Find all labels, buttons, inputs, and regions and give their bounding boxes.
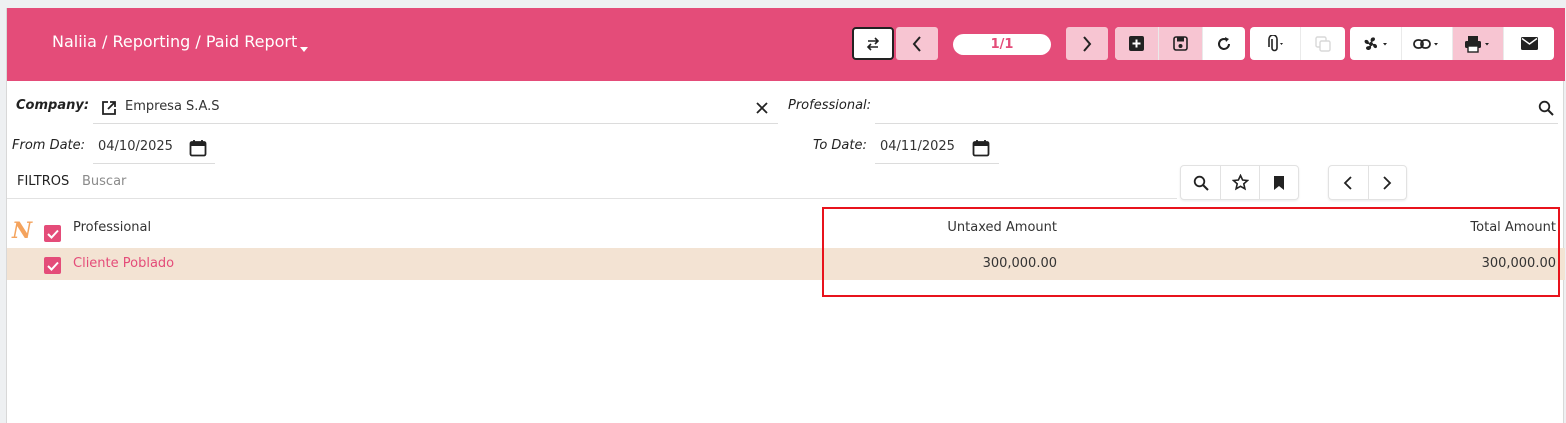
from-date-field[interactable]: 04/10/2025 [93, 134, 215, 164]
search-icon[interactable] [1538, 100, 1554, 116]
swap-button[interactable] [852, 27, 894, 60]
checkmark-icon [46, 261, 59, 271]
filters-label: FILTROS [17, 174, 70, 189]
previous-record-button[interactable] [896, 27, 938, 60]
app-frame: Naliia / Reporting / Paid Report 1/1 Com… [6, 8, 1565, 423]
chevron-right-icon [1083, 35, 1092, 52]
star-icon [1231, 174, 1249, 191]
automation-button[interactable] [1350, 27, 1401, 60]
record-actions-group [1115, 27, 1245, 60]
search-icon [1193, 175, 1209, 191]
calendar-icon[interactable] [189, 139, 207, 157]
row-checkbox[interactable] [44, 257, 61, 274]
email-button[interactable] [1503, 27, 1554, 60]
next-record-button[interactable] [1066, 27, 1108, 60]
swap-arrows-icon [866, 36, 880, 51]
previous-page-button[interactable] [1329, 166, 1368, 199]
brand-logo: N [12, 218, 33, 244]
chevron-left-icon [1343, 175, 1352, 190]
professional-label: Professional: [788, 98, 872, 113]
professional-field[interactable] [875, 94, 1558, 124]
company-value: Empresa S.A.S [125, 99, 220, 114]
pager-indicator[interactable]: 1/1 [953, 34, 1051, 55]
tools-group [1350, 27, 1554, 60]
attachments-group [1250, 27, 1345, 60]
plus-square-icon [1129, 36, 1145, 51]
link-button[interactable] [1401, 27, 1452, 60]
calendar-icon[interactable] [972, 139, 990, 157]
printer-icon [1465, 35, 1489, 53]
to-date-label: To Date: [813, 138, 867, 153]
to-date-value: 04/11/2025 [880, 139, 955, 154]
refresh-button[interactable] [1201, 27, 1245, 60]
to-date-field[interactable]: 04/11/2025 [875, 134, 999, 164]
refresh-icon [1217, 36, 1230, 50]
chevron-right-icon [1383, 175, 1392, 190]
pagination-group [1328, 165, 1407, 200]
envelope-icon [1520, 37, 1538, 50]
bookmark-icon [1274, 175, 1284, 190]
favorite-button[interactable] [1220, 166, 1259, 199]
copy-icon [1314, 35, 1331, 52]
caret-down-icon [300, 47, 309, 52]
from-date-label: From Date: [12, 138, 86, 153]
save-icon [1173, 36, 1188, 51]
cell-professional[interactable]: Cliente Poblado [73, 256, 174, 271]
select-all-checkbox[interactable] [44, 225, 61, 242]
copy-button[interactable] [1300, 27, 1344, 60]
company-field[interactable]: Empresa S.A.S [93, 94, 778, 124]
attachment-button[interactable] [1250, 27, 1300, 60]
filter-divider [7, 198, 1177, 199]
link-icon [1413, 38, 1438, 49]
external-link-icon[interactable] [101, 100, 117, 116]
filter-actions-group [1180, 165, 1299, 200]
breadcrumb-text: Naliia / Reporting / Paid Report [52, 32, 298, 51]
print-button[interactable] [1452, 27, 1503, 60]
from-date-value: 04/10/2025 [98, 139, 173, 154]
filter-search-input[interactable]: Buscar [82, 174, 126, 189]
save-button[interactable] [1158, 27, 1202, 60]
checkmark-icon [46, 229, 59, 239]
breadcrumb[interactable]: Naliia / Reporting / Paid Report [52, 32, 309, 52]
bookmark-button[interactable] [1259, 166, 1298, 199]
company-label: Company: [16, 98, 90, 113]
header-bar: Naliia / Reporting / Paid Report 1/1 [7, 8, 1565, 81]
column-header-professional[interactable]: Professional [73, 220, 151, 235]
chevron-left-icon [912, 35, 921, 52]
paperclip-icon [1268, 34, 1283, 51]
fan-icon [1364, 36, 1387, 50]
filter-search-button[interactable] [1181, 166, 1220, 199]
highlight-box [822, 207, 1560, 297]
next-page-button[interactable] [1367, 166, 1407, 199]
new-button[interactable] [1115, 27, 1159, 60]
close-icon[interactable] [756, 102, 768, 114]
